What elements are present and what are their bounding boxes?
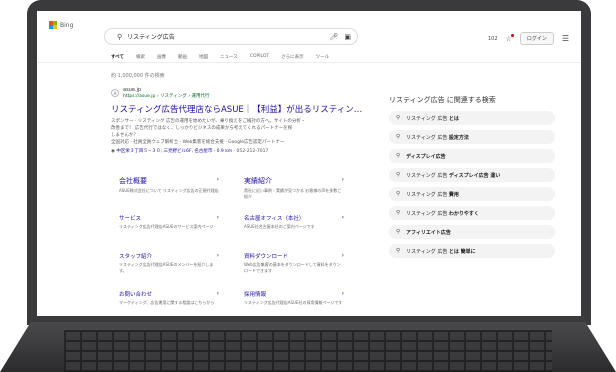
microphone-icon[interactable]: 🎤︎ [329,33,338,41]
sitelink-title[interactable]: サービス [119,214,141,222]
rewards-trophy-icon[interactable]: ☆ [506,33,515,43]
search-icon: ⚲ [396,229,401,235]
related-search-item[interactable]: ⚲ リスティング 広告 とは [389,111,555,125]
brand-name: Bing [60,21,74,29]
sitelink[interactable]: お問い合わせ › マーケティング、広告運用に関する相談はこちらから [119,290,219,306]
chevron-right-icon: › [341,176,344,183]
related-prefix: リスティング 広告 [406,115,448,122]
sitelink[interactable]: 実績紹介 › 貴社に近い事例・実績が見つかる お客様の声を多数ご紹介 [244,176,344,200]
related-prefix: リスティング 広告 [406,248,448,255]
sitelink-desc: ASUE社名古屋本社のご案内ページです [244,224,315,229]
snippet-line: しませんか？ [111,133,138,138]
sitelink-title[interactable]: お問い合わせ [119,290,152,298]
sitelink-title[interactable]: 会社概要 [119,176,147,186]
bing-logo[interactable]: Bing [49,21,73,29]
hamburger-menu-icon[interactable]: ☰ [562,34,569,43]
chevron-right-icon: › [341,290,344,297]
search-input[interactable]: リスティング広告 [127,32,323,41]
related-suffix: とは [448,115,459,122]
sitelink[interactable]: 名古屋オフィス（本社） › ASUE社名古屋本社のご案内ページです [244,214,344,230]
search-box[interactable]: ⚲ リスティング広告 🎤︎ ▣ [104,28,358,45]
related-suffix: アフィリエイト広告 [406,229,451,236]
chevron-right-icon: › [341,214,344,221]
sitelink[interactable]: 会社概要 › ASUE株式会社について リスティング広告の正規代理店 [119,176,219,194]
browser-screen: Bing ⚲ リスティング広告 🎤︎ ▣ 102 ☆ ログイン ☰ すべて 検索… [37,11,581,316]
related-prefix: リスティング 広告 [406,210,448,217]
header-actions: 102 ☆ ログイン ☰ [488,32,569,45]
address-link[interactable]: 中区栄３丁目５−３０, 三見野ビル6F, 名古屋市 · 0.9 km [116,149,232,154]
related-suffix: ディスプレイ広告 [406,153,446,160]
search-icon: ⚲ [396,248,401,254]
sitelink[interactable]: サービス › リスティング広告代理店ASUEのサービス案内ページ [119,214,219,230]
search-icon[interactable]: ⚲ [117,33,122,41]
related-searches: リスティング広告 に関連する検索 ⚲ リスティング 広告 とは ⚲ リスティング 広… [389,95,555,263]
sitelink-title[interactable]: 採用情報 [244,290,266,298]
snippet-line: スポンサー · リスティング 広告の運用を始めたいが、乗り換えをご検討の方へ。サ… [111,119,306,124]
related-prefix: リスティング 広告 [406,172,448,179]
result-site-row: A asue.jp https://asue.jp › リスティング › 運用代… [111,87,361,99]
sitelink-desc: 貴社に近い事例・実績が見つかる お客様の声を多数ご紹介 [244,188,342,199]
sitelink-title[interactable]: 名古屋オフィス（本社） [244,214,304,222]
related-search-item[interactable]: ⚲ リスティング 広告 ディスプレイ広告 違い [389,168,555,182]
related-search-item[interactable]: ⚲ リスティング 広告 とは 簡単に [389,244,555,258]
sitelink-title[interactable]: 実績紹介 [244,176,272,186]
search-icon: ⚲ [396,153,401,159]
search-result: A asue.jp https://asue.jp › リスティング › 運用代… [111,87,362,154]
sitelink-desc: マーケティング、広告運用に関する相談はこちらから [119,300,215,305]
search-icon: ⚲ [396,210,401,216]
result-url[interactable]: https://asue.jp › リスティング › 運用代行 [123,93,209,99]
result-snippet: スポンサー · リスティング 広告の運用を始めたいが、乗り換えをご検討の方へ。サ… [111,118,361,146]
location-pin-icon: ◉ [111,149,115,154]
site-favicon-icon: A [111,89,119,97]
related-search-item[interactable]: ⚲ アフィリエイト広告 [389,225,555,239]
sitelink[interactable]: 資料ダウンロード › Web広告集客の基本をダウンロードして資料をダウンロードでき… [244,252,344,274]
search-icon: ⚲ [396,172,401,178]
result-address: ◉ 中区栄３丁目５−３０, 三見野ビル6F, 名古屋市 · 0.9 km · 0… [111,148,361,154]
snippet-line: 改善まで！ 広告代行ではなく、しっかりビジネスの成果から考えてくれるパートナーを… [111,126,293,131]
result-count: 約 1,000,000 件の検索 [111,73,165,79]
sitelink-desc: リスティング広告代理店ASUEのサービス案内ページ [119,224,214,229]
related-suffix: 費用 [448,191,459,198]
microsoft-logo-icon [49,21,57,29]
related-suffix: 設定方法 [448,134,469,141]
result-title-link[interactable]: リスティング広告代理店ならASUE｜【利益】が出るリスティン… [111,103,362,115]
sitelink-desc: ASUE株式会社について リスティング広告の正規代理店 [119,188,219,193]
chevron-right-icon: › [341,252,344,259]
sitelink[interactable]: 採用情報 › リスティング広告代理店ASUE社の採用情報ページです [244,290,344,306]
search-icon: ⚲ [396,191,401,197]
related-search-item[interactable]: ⚲ リスティング 広告 わかりやすく [389,206,555,220]
chevron-right-icon: › [216,176,219,183]
related-prefix: リスティング 広告 [406,191,448,198]
chevron-right-icon: › [216,214,219,221]
sitelink-desc: リスティング広告代理店ASUEのメンバーを紹介します。 [119,262,214,273]
related-suffix: ディスプレイ広告 違い [448,172,501,179]
related-suffix: わかりやすく [448,210,479,217]
related-search-item[interactable]: ⚲ ディスプレイ広告 [389,149,555,163]
search-icon: ⚲ [396,115,401,121]
sitelink-desc: リスティング広告代理店ASUE社の採用情報ページです [244,300,343,305]
tab-divider [37,62,581,63]
chevron-right-icon: › [216,252,219,259]
visual-search-icon[interactable]: ▣ [344,33,351,41]
laptop-keyboard [64,330,552,372]
phone-number: · 052-212-7017 [233,149,269,154]
sitelink[interactable]: スタッフ紹介 › リスティング広告代理店ASUEのメンバーを紹介します。 [119,252,219,274]
snippet-line: 全国対応 · 社員全員ウェブ解析士 · Web集客を総合支援 · Google広… [111,140,285,145]
related-title: リスティング広告 に関連する検索 [389,96,496,104]
sitelink-title[interactable]: スタッフ紹介 [119,252,152,260]
related-prefix: リスティング 広告 [406,134,448,141]
search-icon: ⚲ [396,134,401,140]
related-search-item[interactable]: ⚲ リスティング 広告 設定方法 [389,130,555,144]
related-search-item[interactable]: ⚲ リスティング 広告 費用 [389,187,555,201]
related-suffix: とは 簡単に [448,248,476,255]
sitelink-title[interactable]: 資料ダウンロード [244,252,288,260]
rewards-points[interactable]: 102 [488,36,498,42]
login-button[interactable]: ログイン [519,32,554,45]
chevron-right-icon: › [216,290,219,297]
sitelink-desc: Web広告集客の基本をダウンロードして資料をダウンロードできます [244,262,341,273]
